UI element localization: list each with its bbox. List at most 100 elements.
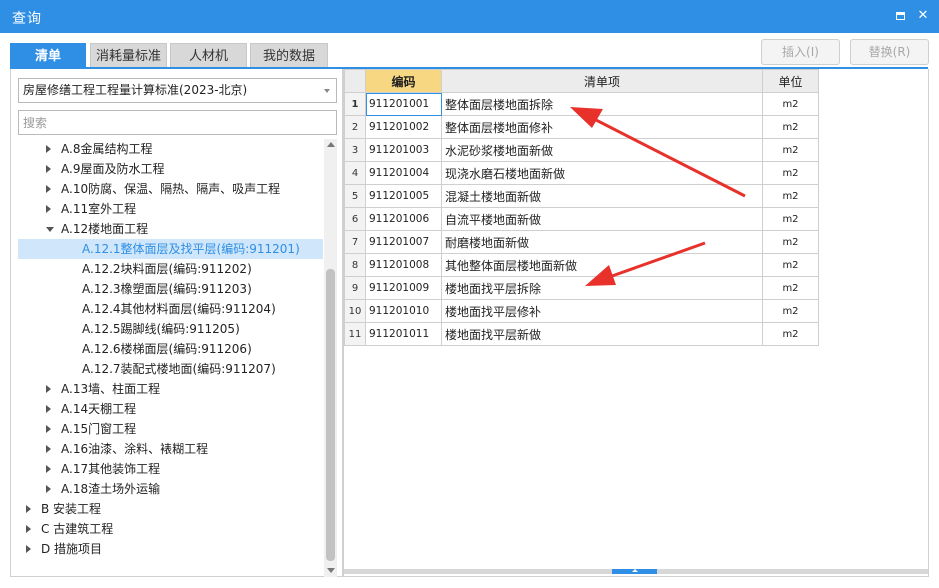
table-row[interactable]: 5 911201005 混凝土楼地面新做 m2 bbox=[344, 184, 819, 208]
tab-consumption-standard[interactable]: 消耗量标准 bbox=[90, 43, 167, 68]
expand-right-icon[interactable] bbox=[26, 505, 31, 513]
tree-item[interactable]: A.18渣土场外运输 bbox=[18, 479, 323, 499]
tree-item[interactable]: C 古建筑工程 bbox=[18, 519, 323, 539]
table-row[interactable]: 8 911201008 其他整体面层楼地面新做 m2 bbox=[344, 253, 819, 277]
code-cell[interactable]: 911201004 bbox=[365, 161, 442, 185]
name-cell[interactable]: 整体面层楼地面拆除 bbox=[441, 92, 763, 116]
code-cell[interactable]: 911201007 bbox=[365, 230, 442, 254]
code-cell[interactable]: 911201005 bbox=[365, 184, 442, 208]
tree-item[interactable]: A.12.3橡塑面层(编码:911203) bbox=[18, 279, 323, 299]
name-cell[interactable]: 其他整体面层楼地面新做 bbox=[441, 253, 763, 277]
expand-right-icon[interactable] bbox=[46, 165, 51, 173]
table-row[interactable]: 6 911201006 自流平楼地面新做 m2 bbox=[344, 207, 819, 231]
table-row[interactable]: 3 911201003 水泥砂浆楼地面新做 m2 bbox=[344, 138, 819, 162]
tree-item[interactable]: A.12.7装配式楼地面(编码:911207) bbox=[18, 359, 323, 379]
tree-scrollbar[interactable] bbox=[324, 139, 337, 577]
name-column-header[interactable]: 清单项 bbox=[441, 69, 763, 93]
tree-item[interactable]: A.9屋面及防水工程 bbox=[18, 159, 323, 179]
table-row[interactable]: 2 911201002 整体面层楼地面修补 m2 bbox=[344, 115, 819, 139]
tree-item[interactable]: A.12楼地面工程 bbox=[18, 219, 323, 239]
unit-cell[interactable]: m2 bbox=[762, 253, 819, 277]
tree-item[interactable]: A.11室外工程 bbox=[18, 199, 323, 219]
unit-cell[interactable]: m2 bbox=[762, 161, 819, 185]
tab-my-data[interactable]: 我的数据 bbox=[250, 43, 328, 68]
row-number-cell[interactable]: 7 bbox=[344, 230, 366, 254]
tree-item[interactable]: A.14天棚工程 bbox=[18, 399, 323, 419]
expand-down-icon[interactable] bbox=[46, 227, 54, 232]
code-cell[interactable]: 911201003 bbox=[365, 138, 442, 162]
expand-right-icon[interactable] bbox=[46, 185, 51, 193]
tab-bill-items[interactable]: 清单 bbox=[10, 43, 86, 68]
row-number-cell[interactable]: 4 bbox=[344, 161, 366, 185]
tree-item[interactable]: A.12.5踢脚线(编码:911205) bbox=[18, 319, 323, 339]
name-cell[interactable]: 自流平楼地面新做 bbox=[441, 207, 763, 231]
code-cell[interactable]: 911201001 bbox=[365, 92, 442, 116]
row-number-cell[interactable]: 10 bbox=[344, 299, 366, 323]
maximize-button[interactable] bbox=[893, 8, 909, 24]
unit-cell[interactable]: m2 bbox=[762, 299, 819, 323]
unit-cell[interactable]: m2 bbox=[762, 207, 819, 231]
code-cell[interactable]: 911201010 bbox=[365, 299, 442, 323]
row-number-cell[interactable]: 6 bbox=[344, 207, 366, 231]
expand-right-icon[interactable] bbox=[46, 145, 51, 153]
code-cell[interactable]: 911201011 bbox=[365, 322, 442, 346]
table-row[interactable]: 4 911201004 现浇水磨石楼地面新做 m2 bbox=[344, 161, 819, 185]
tree-item[interactable]: A.17其他装饰工程 bbox=[18, 459, 323, 479]
table-row[interactable]: 9 911201009 楼地面找平层拆除 m2 bbox=[344, 276, 819, 300]
standard-select[interactable]: 房屋修缮工程工程量计算标准(2023-北京) bbox=[18, 78, 337, 103]
scroll-down-icon[interactable] bbox=[327, 568, 335, 573]
tree-item[interactable]: A.15门窗工程 bbox=[18, 419, 323, 439]
insert-button[interactable]: 插入(I) bbox=[761, 39, 840, 65]
expand-right-icon[interactable] bbox=[46, 425, 51, 433]
expand-right-icon[interactable] bbox=[46, 465, 51, 473]
row-number-cell[interactable]: 5 bbox=[344, 184, 366, 208]
expand-right-icon[interactable] bbox=[46, 445, 51, 453]
table-row[interactable]: 10 911201010 楼地面找平层修补 m2 bbox=[344, 299, 819, 323]
table-row[interactable]: 7 911201007 耐磨楼地面新做 m2 bbox=[344, 230, 819, 254]
tree-item[interactable]: A.13墙、柱面工程 bbox=[18, 379, 323, 399]
name-cell[interactable]: 整体面层楼地面修补 bbox=[441, 115, 763, 139]
name-cell[interactable]: 楼地面找平层修补 bbox=[441, 299, 763, 323]
table-row[interactable]: 11 911201011 楼地面找平层新做 m2 bbox=[344, 322, 819, 346]
name-cell[interactable]: 混凝土楼地面新做 bbox=[441, 184, 763, 208]
code-cell[interactable]: 911201006 bbox=[365, 207, 442, 231]
tree-item[interactable]: D 措施项目 bbox=[18, 539, 323, 559]
tree-item[interactable]: B 安装工程 bbox=[18, 499, 323, 519]
row-number-cell[interactable]: 2 bbox=[344, 115, 366, 139]
name-cell[interactable]: 水泥砂浆楼地面新做 bbox=[441, 138, 763, 162]
expand-right-icon[interactable] bbox=[46, 405, 51, 413]
row-number-cell[interactable]: 1 bbox=[344, 92, 366, 116]
expand-right-icon[interactable] bbox=[26, 525, 31, 533]
tree-item[interactable]: A.10防腐、保温、隔热、隔声、吸声工程 bbox=[18, 179, 323, 199]
unit-cell[interactable]: m2 bbox=[762, 115, 819, 139]
close-icon[interactable]: ✕ bbox=[915, 8, 931, 24]
replace-button[interactable]: 替换(R) bbox=[850, 39, 929, 65]
code-cell[interactable]: 911201008 bbox=[365, 253, 442, 277]
tree-item[interactable]: A.16油漆、涂料、裱糊工程 bbox=[18, 439, 323, 459]
unit-cell[interactable]: m2 bbox=[762, 92, 819, 116]
row-number-cell[interactable]: 3 bbox=[344, 138, 366, 162]
row-number-cell[interactable]: 9 bbox=[344, 276, 366, 300]
tree-item[interactable]: A.8金属结构工程 bbox=[18, 139, 323, 159]
tree-item[interactable]: A.12.4其他材料面层(编码:911204) bbox=[18, 299, 323, 319]
expand-right-icon[interactable] bbox=[46, 485, 51, 493]
name-cell[interactable]: 现浇水磨石楼地面新做 bbox=[441, 161, 763, 185]
name-cell[interactable]: 楼地面找平层拆除 bbox=[441, 276, 763, 300]
tab-labor-material-machine[interactable]: 人材机 bbox=[170, 43, 247, 68]
name-cell[interactable]: 楼地面找平层新做 bbox=[441, 322, 763, 346]
expand-right-icon[interactable] bbox=[26, 545, 31, 553]
unit-cell[interactable]: m2 bbox=[762, 230, 819, 254]
unit-cell[interactable]: m2 bbox=[762, 322, 819, 346]
tree-item[interactable]: A.12.6楼梯面层(编码:911206) bbox=[18, 339, 323, 359]
code-cell[interactable]: 911201009 bbox=[365, 276, 442, 300]
unit-column-header[interactable]: 单位 bbox=[762, 69, 819, 93]
search-input[interactable] bbox=[18, 110, 337, 135]
table-row[interactable]: 1 911201001 整体面层楼地面拆除 m2 bbox=[344, 92, 819, 116]
code-column-header[interactable]: 编码 bbox=[365, 69, 442, 93]
unit-cell[interactable]: m2 bbox=[762, 138, 819, 162]
expand-right-icon[interactable] bbox=[46, 385, 51, 393]
scroll-up-icon[interactable] bbox=[327, 142, 335, 147]
code-cell[interactable]: 911201002 bbox=[365, 115, 442, 139]
unit-cell[interactable]: m2 bbox=[762, 276, 819, 300]
name-cell[interactable]: 耐磨楼地面新做 bbox=[441, 230, 763, 254]
